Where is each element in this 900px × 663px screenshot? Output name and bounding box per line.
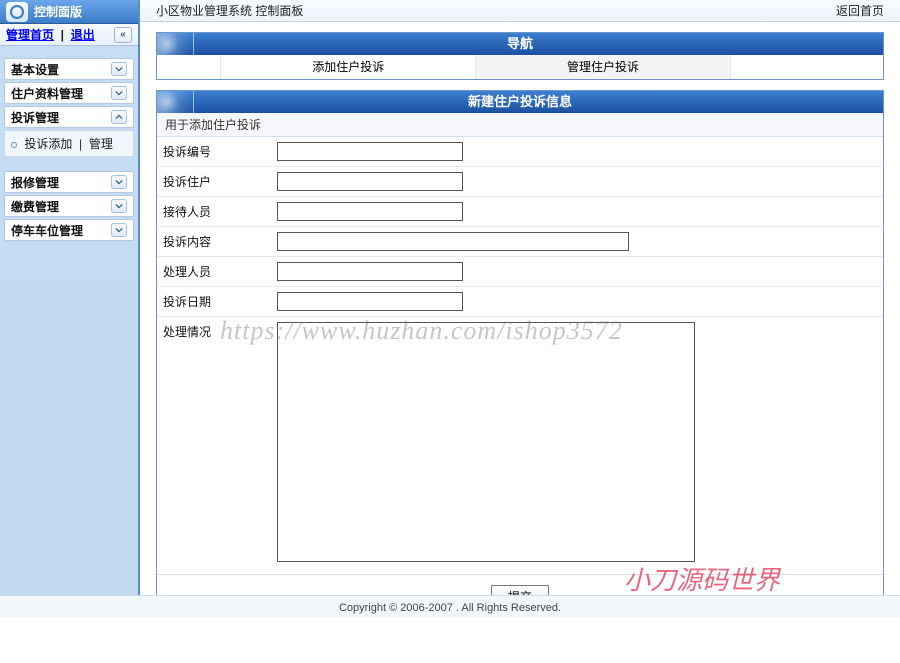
nav-spacer-left xyxy=(157,55,221,79)
label-handler: 处理人员 xyxy=(157,260,277,283)
back-home-link[interactable]: 返回首页 xyxy=(836,2,884,19)
sidebar-group-label: 报修管理 xyxy=(11,174,59,191)
sidebar-group-label: 基本设置 xyxy=(11,61,59,78)
input-handler[interactable] xyxy=(277,262,463,281)
label-receiver: 接待人员 xyxy=(157,200,277,223)
sidebar-title: 控制面版 xyxy=(34,3,82,20)
sidebar: 控制面版 管理首页 | 退出 « 基本设置 住户资料管理 投诉管理 投诉添加 xyxy=(0,0,140,595)
input-date[interactable] xyxy=(277,292,463,311)
input-resident[interactable] xyxy=(277,172,463,191)
footer: Copyright © 2006-2007 . All Rights Reser… xyxy=(0,595,900,617)
nav-panel: 导航 添加住户投诉 管理住户投诉 xyxy=(156,32,884,80)
nav-spacer-right xyxy=(731,55,883,79)
label-content: 投诉内容 xyxy=(157,230,277,253)
sidebar-header: 控制面版 xyxy=(0,0,138,24)
bullet-icon xyxy=(11,142,17,148)
collapse-sidebar-icon[interactable]: « xyxy=(114,27,132,43)
sidebar-item-complaint-manage[interactable]: 管理 xyxy=(89,137,113,151)
sidebar-group-fee[interactable]: 缴费管理 xyxy=(4,195,134,217)
submit-button[interactable]: 提交 xyxy=(491,585,549,595)
chevron-down-icon xyxy=(111,175,127,189)
tab-add-complaint[interactable]: 添加住户投诉 xyxy=(221,55,476,79)
sidebar-group-parking[interactable]: 停车车位管理 xyxy=(4,219,134,241)
label-resident: 投诉住户 xyxy=(157,170,277,193)
sidebar-group-label: 缴费管理 xyxy=(11,198,59,215)
chevron-down-icon xyxy=(111,199,127,213)
sidebar-group-resident[interactable]: 住户资料管理 xyxy=(4,82,134,104)
topbar: 小区物业管理系统 控制面板 返回首页 xyxy=(140,0,900,22)
main: 小区物业管理系统 控制面板 返回首页 导航 添加住户投诉 管理住户投诉 新建住户… xyxy=(140,0,900,595)
sidebar-group-label: 停车车位管理 xyxy=(11,222,83,239)
nav-panel-header: 导航 xyxy=(157,33,883,55)
sidebar-group-label: 住户资料管理 xyxy=(11,85,83,102)
page-title: 小区物业管理系统 控制面板 xyxy=(156,2,303,19)
nav-tabs: 添加住户投诉 管理住户投诉 xyxy=(157,55,883,79)
logout-link[interactable]: 退出 xyxy=(71,28,95,42)
sidebar-group-basic[interactable]: 基本设置 xyxy=(4,58,134,80)
chevron-up-icon xyxy=(111,110,127,124)
label-result: 处理情况 xyxy=(157,320,277,343)
textarea-result[interactable] xyxy=(277,322,695,562)
sidebar-group-repair[interactable]: 报修管理 xyxy=(4,171,134,193)
form-panel: 新建住户投诉信息 用于添加住户投诉 投诉编号 投诉住户 接待人员 xyxy=(156,90,884,595)
chevron-down-icon xyxy=(111,62,127,76)
app-logo-icon xyxy=(6,2,28,22)
tab-manage-complaint[interactable]: 管理住户投诉 xyxy=(476,55,731,79)
sidebar-group-label: 投诉管理 xyxy=(11,109,59,126)
manage-home-link[interactable]: 管理首页 xyxy=(6,28,54,42)
input-content[interactable] xyxy=(277,232,629,251)
label-date: 投诉日期 xyxy=(157,290,277,313)
label-complaint-no: 投诉编号 xyxy=(157,140,277,163)
chevron-down-icon xyxy=(111,86,127,100)
form-panel-header: 新建住户投诉信息 xyxy=(157,91,883,113)
sidebar-group-complaint[interactable]: 投诉管理 xyxy=(4,106,134,128)
input-complaint-no[interactable] xyxy=(277,142,463,161)
form-description: 用于添加住户投诉 xyxy=(157,113,883,137)
chevron-down-icon xyxy=(111,223,127,237)
sidebar-controls: 管理首页 | 退出 « xyxy=(0,24,138,46)
sidebar-sub-complaint: 投诉添加 | 管理 xyxy=(4,130,134,157)
input-receiver[interactable] xyxy=(277,202,463,221)
sidebar-item-complaint-add[interactable]: 投诉添加 xyxy=(24,137,72,151)
